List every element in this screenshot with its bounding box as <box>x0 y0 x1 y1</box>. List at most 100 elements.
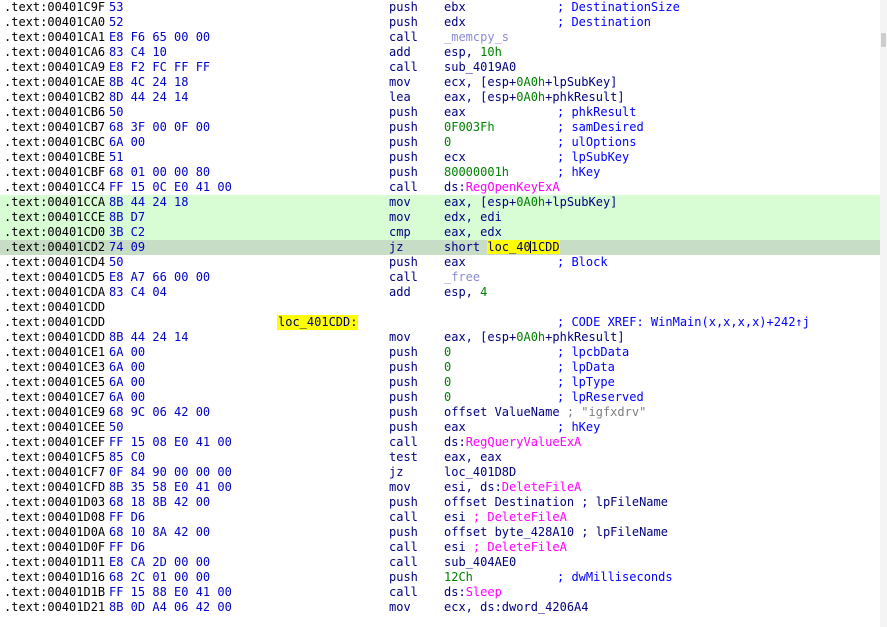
line-address[interactable]: .text:00401CE5 <box>4 375 105 390</box>
listing-line[interactable]: .text:00401CE9 68 9C 06 42 00 push offset V… <box>0 405 880 420</box>
instruction-operands[interactable]: eax, [esp+0A0h+lpSubKey] <box>444 195 617 210</box>
instruction-mnemonic[interactable]: cmp <box>389 225 411 240</box>
line-address[interactable]: .text:00401CBE <box>4 150 105 165</box>
operand-token[interactable]: RegQueryValueExA <box>466 435 582 449</box>
instruction-operands[interactable]: 0 <box>444 375 451 390</box>
instruction-mnemonic[interactable]: push <box>389 15 418 30</box>
operand-token[interactable]: offset byte_428A10 ; lpFileName <box>444 525 668 539</box>
line-address[interactable]: .text:00401CA9 <box>4 60 105 75</box>
disassembly-listing[interactable]: .text:00401C9F 53 push ebx ; DestinationSize… <box>0 0 880 627</box>
line-address[interactable]: .text:00401D03 <box>4 495 105 510</box>
instruction-operands[interactable]: ds:RegQueryValueExA <box>444 435 581 450</box>
operand-token[interactable]: 0A0h <box>516 195 545 209</box>
operand-token[interactable]: +phkResult] <box>545 90 624 104</box>
instruction-operands[interactable]: 0 <box>444 135 451 150</box>
instruction-operands[interactable]: 80000001h <box>444 165 509 180</box>
instruction-mnemonic[interactable]: call <box>389 555 418 570</box>
line-address[interactable]: .text:00401CF5 <box>4 450 105 465</box>
instruction-mnemonic[interactable]: push <box>389 525 418 540</box>
listing-line[interactable]: .text:00401CE5 6A 00 push 0 ; lpType <box>0 375 880 390</box>
operand-token[interactable]: esp, <box>444 45 480 59</box>
operand-token[interactable]: eax, [esp+ <box>444 90 516 104</box>
line-address[interactable]: .text:00401CC4 <box>4 180 105 195</box>
instruction-mnemonic[interactable]: mov <box>389 75 411 90</box>
instruction-operands[interactable]: offset byte_428A10 ; lpFileName <box>444 525 668 540</box>
instruction-operands[interactable]: ds:Sleep <box>444 585 502 600</box>
operand-token[interactable]: eax <box>444 255 466 269</box>
line-address[interactable]: .text:00401CEE <box>4 420 105 435</box>
operand-token[interactable]: 4 <box>480 285 487 299</box>
instruction-mnemonic[interactable]: call <box>389 510 418 525</box>
listing-line[interactable]: .text:00401CDD <box>0 300 880 315</box>
operand-token[interactable]: ds: <box>444 585 466 599</box>
operand-token[interactable]: RegOpenKeyExA <box>466 180 560 194</box>
listing-line[interactable]: .text:00401D0F FF D6 call esi ; DeleteFileA <box>0 540 880 555</box>
listing-line[interactable]: .text:00401CD4 50 push eax ; Block <box>0 255 880 270</box>
line-address[interactable]: .text:00401CE9 <box>4 405 105 420</box>
instruction-mnemonic[interactable]: mov <box>389 600 411 615</box>
operand-token[interactable]: eax, [esp+ <box>444 330 516 344</box>
instruction-mnemonic[interactable]: push <box>389 0 418 15</box>
instruction-operands[interactable]: ecx <box>444 150 466 165</box>
operand-token[interactable]: +lpSubKey] <box>545 75 617 89</box>
operand-token[interactable]: offset ValueName <box>444 405 567 419</box>
operand-token[interactable]: +phkResult] <box>545 330 624 344</box>
operand-token[interactable]: offset Destination ; lpFileName <box>444 495 668 509</box>
instruction-operands[interactable]: esi, ds:DeleteFileA <box>444 480 581 495</box>
line-address[interactable]: .text:00401CA1 <box>4 30 105 45</box>
line-address[interactable]: .text:00401CBC <box>4 135 105 150</box>
operand-token[interactable]: 0 <box>444 345 451 359</box>
instruction-mnemonic[interactable]: jz <box>389 465 403 480</box>
instruction-mnemonic[interactable]: mov <box>389 195 411 210</box>
listing-line[interactable]: .text:00401CA9 E8 F2 FC FF FF call sub_4019… <box>0 60 880 75</box>
operand-token[interactable]: esi <box>444 510 473 524</box>
operand-token[interactable]: eax <box>444 105 466 119</box>
instruction-operands[interactable]: esp, 10h <box>444 45 502 60</box>
instruction-operands[interactable]: esp, 4 <box>444 285 487 300</box>
listing-line[interactable]: .text:00401CE7 6A 00 push 0 ; lpReserved <box>0 390 880 405</box>
operand-token[interactable]: short <box>444 240 487 254</box>
operand-token[interactable]: DeleteFileA <box>502 480 581 494</box>
operand-token[interactable]: eax, edx <box>444 225 502 239</box>
listing-line[interactable]: .text:00401CBF 68 01 00 00 80 push 80000001… <box>0 165 880 180</box>
listing-line[interactable]: .text:00401CB6 50 push eax ; phkResult <box>0 105 880 120</box>
operand-token[interactable]: 0 <box>444 135 451 149</box>
line-address[interactable]: .text:00401D0F <box>4 540 105 555</box>
instruction-operands[interactable]: _free <box>444 270 480 285</box>
operand-token[interactable]: esi, ds: <box>444 480 502 494</box>
instruction-operands[interactable]: 12Ch <box>444 570 473 585</box>
instruction-mnemonic[interactable]: call <box>389 585 418 600</box>
operand-token[interactable]: 0 <box>444 375 451 389</box>
operand-token[interactable]: eax, eax <box>444 450 502 464</box>
instruction-mnemonic[interactable]: push <box>389 255 418 270</box>
operand-token[interactable]: 0A0h <box>516 90 545 104</box>
listing-line[interactable]: .text:00401CD2 74 09 jz short loc_401CDD <box>0 240 880 255</box>
operand-token[interactable]: loc_401D8D <box>444 465 516 479</box>
operand-token[interactable]: +lpSubKey] <box>545 195 617 209</box>
instruction-mnemonic[interactable]: push <box>389 375 418 390</box>
instruction-mnemonic[interactable]: mov <box>389 330 411 345</box>
instruction-operands[interactable]: eax <box>444 420 466 435</box>
instruction-operands[interactable]: edx <box>444 15 466 30</box>
listing-line[interactable]: .text:00401CF5 85 C0 test eax, eax <box>0 450 880 465</box>
operand-token[interactable]: 0A0h <box>516 75 545 89</box>
line-address[interactable]: .text:00401CBF <box>4 165 105 180</box>
operand-token[interactable]: ; DeleteFileA <box>473 540 567 554</box>
instruction-operands[interactable]: 0 <box>444 360 451 375</box>
instruction-mnemonic[interactable]: push <box>389 345 418 360</box>
listing-line[interactable]: .text:00401CEF FF 15 08 E0 41 00 call ds:Re… <box>0 435 880 450</box>
instruction-operands[interactable]: sub_404AE0 <box>444 555 516 570</box>
instruction-mnemonic[interactable]: push <box>389 135 418 150</box>
line-address[interactable]: .text:00401CDA <box>4 285 105 300</box>
instruction-operands[interactable]: eax, edx <box>444 225 502 240</box>
instruction-operands[interactable]: ecx, [esp+0A0h+lpSubKey] <box>444 75 617 90</box>
line-address[interactable]: .text:00401CB7 <box>4 120 105 135</box>
instruction-operands[interactable]: sub_4019A0 <box>444 60 516 75</box>
line-address[interactable]: .text:00401CD4 <box>4 255 105 270</box>
instruction-operands[interactable]: esi ; DeleteFileA <box>444 510 567 525</box>
operand-token[interactable]: 0A0h <box>516 330 545 344</box>
listing-line[interactable]: .text:00401CA1 E8 F6 65 00 00 call _memcpy_… <box>0 30 880 45</box>
operand-token[interactable]: 10h <box>480 45 502 59</box>
instruction-mnemonic[interactable]: mov <box>389 480 411 495</box>
instruction-operands[interactable]: ecx, ds:dword_4206A4 <box>444 600 589 615</box>
